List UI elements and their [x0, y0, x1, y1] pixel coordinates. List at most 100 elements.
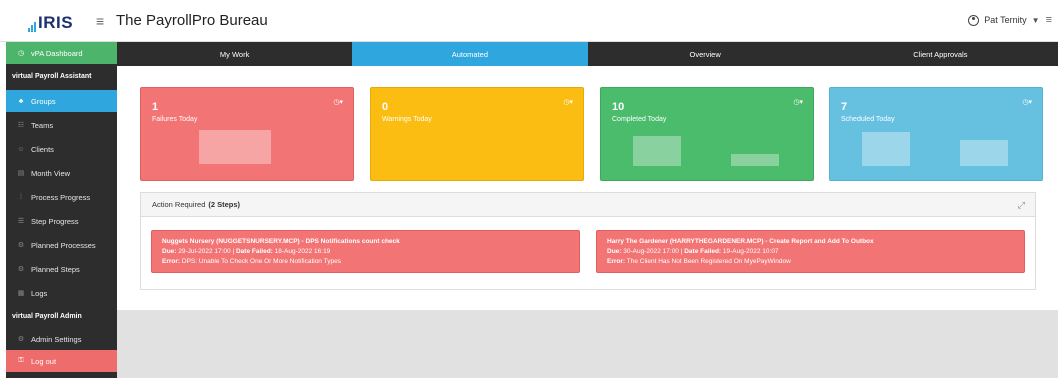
card-bar — [862, 132, 910, 166]
sidebar-item-logs[interactable]: ▦ Logs — [6, 282, 117, 304]
dashboard-icon: ◷ — [17, 50, 25, 57]
logo-bars-icon — [28, 22, 36, 32]
sidebar-item-label: Groups — [31, 96, 56, 106]
sidebar-item-label: Process Progress — [31, 192, 91, 202]
card-bar — [199, 130, 271, 164]
sidebar-item-label: Planned Processes — [31, 240, 96, 250]
logs-icon: ▦ — [17, 290, 25, 297]
iris-logo[interactable]: IRIS — [28, 12, 73, 32]
panel-step-count: (2 Steps) — [208, 200, 241, 209]
alert-card[interactable]: Nuggets Nursery (NUGGETSNURSERY.MCP) - D… — [151, 230, 580, 273]
panel-header: Action Required (2 Steps) ⤢ — [141, 193, 1035, 217]
alert-error: Error: The Client Has Not Been Registere… — [607, 257, 1014, 267]
teams-icon: ☷ — [17, 122, 25, 129]
sidebar-item-label: vPA Dashboard — [31, 48, 83, 58]
sidebar-item-month-view[interactable]: ▤ Month View — [6, 162, 117, 184]
card-label: Warnings Today — [382, 116, 432, 123]
panel-title: Action Required — [152, 200, 206, 209]
sidebar-item-planned-processes[interactable]: ⚙ Planned Processes — [6, 234, 117, 256]
sidebar-item-label: Teams — [31, 120, 54, 130]
card-label: Completed Today — [612, 116, 667, 123]
caret-down-icon: ▼ — [1031, 15, 1040, 25]
progress-icon: ⁞ — [20, 193, 22, 201]
gear-icon: ⚙ — [17, 336, 25, 343]
user-name: Pat Ternity — [984, 15, 1027, 25]
alert-dates: Due: 30-Aug-2022 17:00 | Date Failed: 19… — [607, 248, 779, 255]
action-required-panel: Action Required (2 Steps) ⤢ Nuggets Nurs… — [140, 192, 1036, 290]
due-label: Due: — [607, 248, 622, 255]
failed-value: 18-Aug-2022 16:19 — [274, 248, 331, 255]
due-value: 30-Aug-2022 17:00 — [623, 248, 679, 255]
calendar-icon: ▤ — [17, 170, 25, 177]
gear-icon: ⚙ — [17, 242, 25, 249]
due-value: 29-Jul-2022 17:00 — [178, 248, 231, 255]
card-label: Scheduled Today — [841, 116, 895, 123]
main-content: 1 Failures Today ◷▾ 0 Warnings Today ◷▾ … — [117, 66, 1058, 378]
hamburger-menu-icon[interactable]: ≡ — [96, 14, 104, 28]
failed-label: Date Failed: — [235, 248, 273, 255]
card-warnings-today[interactable]: 0 Warnings Today ◷▾ — [370, 87, 584, 181]
card-value: 0 — [382, 101, 389, 113]
sidebar-item-label: Log out — [31, 356, 57, 366]
card-value: 10 — [612, 101, 625, 113]
clock-dropdown-icon[interactable]: ◷▾ — [793, 98, 803, 106]
card-failures-today[interactable]: 1 Failures Today ◷▾ — [140, 87, 354, 181]
card-label: Failures Today — [152, 116, 198, 123]
sidebar: ◷ vPA Dashboard virtual Payroll Assistan… — [6, 42, 117, 378]
clock-dropdown-icon[interactable]: ◷▾ — [1022, 98, 1032, 106]
sidebar-section-assistant: virtual Payroll Assistant — [12, 72, 92, 80]
card-bar — [960, 140, 1008, 166]
expand-icon[interactable]: ⤢ — [1018, 200, 1025, 211]
card-scheduled-today[interactable]: 7 Scheduled Today ◷▾ — [829, 87, 1043, 181]
tab-bar: My Work Automated Overview Client Approv… — [117, 42, 1058, 66]
card-completed-today[interactable]: 10 Completed Today ◷▾ — [600, 87, 814, 181]
failed-label: Date Failed: — [684, 248, 722, 255]
error-value: The Client Has Not Been Registered On My… — [626, 258, 791, 265]
tab-client-approvals[interactable]: Client Approvals — [822, 42, 1058, 66]
error-label: Error: — [162, 258, 181, 265]
card-value: 7 — [841, 101, 848, 113]
empty-content-area — [117, 310, 1058, 378]
clock-dropdown-icon[interactable]: ◷▾ — [563, 98, 573, 106]
tab-overview[interactable]: Overview — [587, 42, 823, 66]
failed-value: 19-Aug-2022 10:07 — [722, 248, 779, 255]
sidebar-item-planned-steps[interactable]: ⚙ Planned Steps — [6, 258, 117, 280]
card-value: 1 — [152, 101, 159, 113]
top-bar: IRIS ≡ The PayrollPro Bureau Pat Ternity… — [0, 0, 1058, 42]
card-bar — [731, 154, 779, 166]
logo-text: IRIS — [38, 13, 74, 32]
sidebar-item-label: Clients — [31, 144, 54, 154]
due-label: Due: — [162, 248, 177, 255]
card-bar — [633, 136, 681, 166]
sidebar-item-clients[interactable]: ☺ Clients — [6, 138, 117, 160]
error-label: Error: — [607, 258, 626, 265]
clients-icon: ☺ — [17, 145, 25, 153]
sidebar-item-process-progress[interactable]: ⁞ Process Progress — [6, 186, 117, 208]
tab-automated[interactable]: Automated — [352, 42, 588, 66]
sidebar-item-step-progress[interactable]: ☰ Step Progress — [6, 210, 117, 232]
sidebar-item-label: Planned Steps — [31, 264, 80, 274]
lock-icon: ⚿ — [18, 357, 24, 364]
list-icon: ☰ — [17, 218, 25, 225]
gear-icon: ⚙ — [17, 266, 25, 273]
sidebar-item-teams[interactable]: ☷ Teams — [6, 114, 117, 136]
sidebar-item-admin-settings[interactable]: ⚙ Admin Settings — [6, 328, 117, 350]
user-menu[interactable]: Pat Ternity ▼ ≡ — [968, 14, 1052, 26]
alert-card[interactable]: Harry The Gardener (HARRYTHEGARDENER.MCP… — [596, 230, 1025, 273]
page-title: The PayrollPro Bureau — [116, 12, 268, 29]
sidebar-item-label: Logs — [31, 288, 48, 298]
groups-icon: ♣ — [18, 97, 24, 105]
sidebar-item-groups[interactable]: ♣ Groups — [6, 90, 117, 112]
sidebar-item-label: Month View — [31, 168, 71, 178]
user-icon — [968, 14, 980, 26]
sidebar-item-logout[interactable]: ⚿ Log out — [6, 350, 117, 372]
menu-icon[interactable]: ≡ — [1046, 14, 1052, 26]
alert-title: Harry The Gardener (HARRYTHEGARDENER.MCP… — [607, 238, 874, 245]
alert-dates: Due: 29-Jul-2022 17:00 | Date Failed: 18… — [162, 248, 331, 255]
alert-title: Nuggets Nursery (NUGGETSNURSERY.MCP) - D… — [162, 238, 400, 245]
sidebar-item-label: Step Progress — [31, 216, 79, 226]
clock-dropdown-icon[interactable]: ◷▾ — [333, 98, 343, 106]
sidebar-item-label: Admin Settings — [31, 334, 82, 344]
sidebar-item-vpa-dashboard[interactable]: ◷ vPA Dashboard — [6, 42, 117, 64]
tab-my-work[interactable]: My Work — [117, 42, 353, 66]
